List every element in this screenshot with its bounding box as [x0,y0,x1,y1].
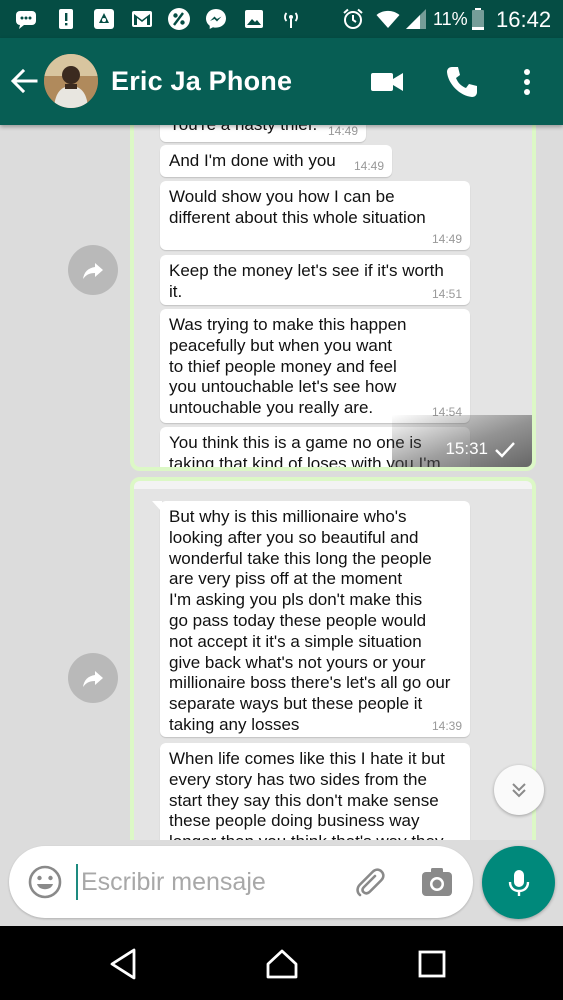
mic-button[interactable] [482,846,555,919]
hotspot-icon [279,7,303,31]
message-text: When life comes like this I hate it but … [169,749,445,840]
forward-button[interactable] [68,245,118,295]
percent-icon [167,7,191,31]
status-bar: 11% 16:42 [0,0,563,38]
message-time: 14:51 [431,287,462,301]
more-vert-icon[interactable] [508,63,546,101]
forward-icon [83,671,103,687]
messages-icon [14,7,38,31]
gmail-icon [130,7,154,31]
message-bubble: And I'm done with you 14:49 [160,145,392,177]
image-message[interactable]: You're a nasty thief. 14:49 And I'm done… [130,125,536,471]
alert-icon [54,7,78,31]
bubble-tail [152,501,162,512]
forward-button[interactable] [68,653,118,703]
image-edge [134,481,532,489]
gallery-icon [242,7,266,31]
message-bubble: Was trying to make this happen peacefull… [160,309,470,423]
scroll-to-bottom-button[interactable] [494,765,544,815]
text-cursor [76,864,78,900]
message-time: 14:49 [431,232,462,246]
message-text: Would show you how I can be different ab… [169,187,426,227]
message-bubble: Keep the money let's see if it's worth i… [160,255,470,305]
mic-icon [508,869,529,896]
message-text: Was trying to make this happen peacefull… [169,315,407,418]
sent-time: 15:31 [445,439,488,458]
alarm-icon [341,7,365,31]
message-text: And I'm done with you [169,151,336,170]
clock: 16:42 [496,7,552,32]
message-bubble: You're a nasty thief. 14:49 [160,125,366,142]
camera-icon[interactable] [419,864,455,900]
message-bubble: When life comes like this I hate it but … [160,743,470,840]
signal-icon [404,7,428,31]
wifi-icon [376,7,400,31]
back-nav-icon[interactable] [104,944,144,984]
attach-icon[interactable] [351,864,387,900]
conversation[interactable]: You're a nasty thief. 14:49 And I'm done… [0,125,563,840]
message-time: 14:49 [353,159,384,173]
avatar[interactable] [44,54,98,108]
message-time: 14:39 [431,719,462,733]
contact-name[interactable]: Eric Ja Phone [111,66,292,97]
messenger-icon [204,7,228,31]
message-input[interactable] [81,862,341,902]
message-text: Keep the money let's see if it's worth i… [169,261,444,301]
message-bubble: Would show you how I can be different ab… [160,181,470,250]
phone-icon[interactable] [443,63,481,101]
message-text: You're a nasty thief. [169,125,317,136]
message-bubble: But why is this millionaire who's lookin… [152,501,470,737]
emoji-icon[interactable] [27,864,63,900]
system-nav-bar [0,926,563,1000]
forward-icon [83,263,103,279]
app-icon [92,7,116,31]
message-text: But why is this millionaire who's lookin… [169,507,451,734]
message-composer [9,846,473,918]
battery-icon [470,7,486,31]
chevron-down-icon [512,783,526,798]
chat-header: Eric Ja Phone [0,38,563,125]
image-message[interactable]: But why is this millionaire who's lookin… [130,477,536,840]
home-nav-icon[interactable] [262,944,302,984]
video-call-icon[interactable] [368,63,406,101]
back-arrow-icon[interactable] [8,64,42,98]
message-time: 14:49 [327,125,358,138]
check-icon [494,441,516,459]
battery-percentage: 11% [433,9,468,29]
recents-nav-icon[interactable] [412,944,452,984]
